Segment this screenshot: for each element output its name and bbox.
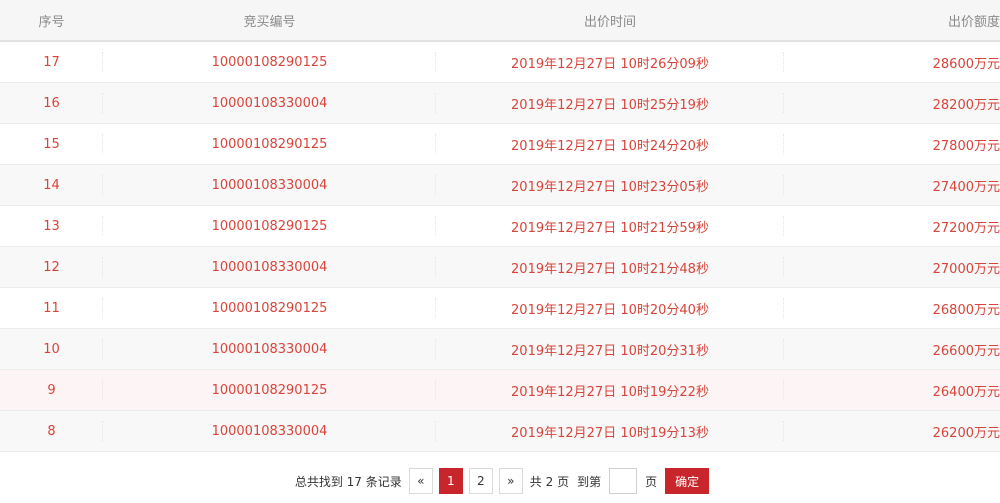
table-row: 17 10000108290125 2019年12月27日 10时26分09秒 … — [0, 41, 1000, 83]
row-bidder-id: 10000108330004 — [103, 164, 436, 206]
total-prefix: 总共找到 — [294, 474, 343, 489]
header-bidder-id: 竞买编号 — [103, 0, 436, 42]
table-row: 16 10000108330004 2019年12月27日 10时25分19秒 … — [0, 82, 1000, 124]
table-row: 14 10000108330004 2019年12月27日 10时23分05秒 … — [0, 164, 1000, 206]
header-bid-time: 出价时间 — [436, 0, 784, 42]
goto-suffix: 页 — [645, 474, 658, 489]
row-no: 11 — [0, 287, 103, 329]
row-bid-amount: 28600万元 — [784, 41, 1000, 83]
pagination: 总共找到 17 条记录 « 1 2 » 共 2 页 到第 页 确定 — [0, 467, 1000, 495]
row-bidder-id: 10000108330004 — [103, 328, 436, 370]
row-no: 15 — [0, 123, 103, 165]
row-bid-time: 2019年12月27日 10时23分05秒 — [436, 164, 784, 206]
next-page-button[interactable]: » — [498, 468, 523, 494]
row-no: 13 — [0, 205, 103, 247]
row-bid-amount: 27400万元 — [784, 164, 1000, 206]
row-bid-time: 2019年12月27日 10时21分48秒 — [436, 246, 784, 288]
bid-record-table: 序号 竞买编号 出价时间 出价额度 17 10000108290125 2019… — [0, 0, 1000, 452]
total-count: 17 — [346, 474, 362, 489]
row-bid-time: 2019年12月27日 10时19分13秒 — [436, 410, 784, 452]
table-row: 10 10000108330004 2019年12月27日 10时20分31秒 … — [0, 328, 1000, 370]
row-bidder-id: 10000108290125 — [103, 287, 436, 329]
row-no: 14 — [0, 164, 103, 206]
row-bid-time: 2019年12月27日 10时25分19秒 — [436, 82, 784, 124]
table-row: 15 10000108290125 2019年12月27日 10时24分20秒 … — [0, 123, 1000, 165]
page-total-suffix: 页 — [557, 474, 570, 489]
row-bid-time: 2019年12月27日 10时20分40秒 — [436, 287, 784, 329]
row-bidder-id: 10000108330004 — [103, 82, 436, 124]
header-bid-amount: 出价额度 — [784, 0, 1000, 42]
table-body: 17 10000108290125 2019年12月27日 10时26分09秒 … — [0, 41, 1000, 452]
total-suffix: 条记录 — [365, 474, 402, 489]
row-bid-time: 2019年12月27日 10时19分22秒 — [436, 369, 784, 411]
table-row: 8 10000108330004 2019年12月27日 10时19分13秒 2… — [0, 410, 1000, 452]
prev-page-button[interactable]: « — [408, 468, 433, 494]
confirm-button[interactable]: 确定 — [665, 468, 710, 494]
row-no: 17 — [0, 41, 103, 83]
page-1-button[interactable]: 1 — [438, 468, 463, 494]
row-bid-amount: 26600万元 — [784, 328, 1000, 370]
row-bid-amount: 26800万元 — [784, 287, 1000, 329]
page-2-button[interactable]: 2 — [468, 468, 493, 494]
row-bid-amount: 27200万元 — [784, 205, 1000, 247]
table-header: 序号 竞买编号 出价时间 出价额度 — [0, 0, 1000, 42]
header-row: 序号 竞买编号 出价时间 出价额度 — [0, 0, 1000, 42]
row-bid-time: 2019年12月27日 10时20分31秒 — [436, 328, 784, 370]
row-bidder-id: 10000108330004 — [103, 410, 436, 452]
header-no: 序号 — [0, 0, 103, 42]
total-records-label: 总共找到 17 条记录 — [295, 473, 402, 490]
row-bid-amount: 28200万元 — [784, 82, 1000, 124]
row-bid-time: 2019年12月27日 10时21分59秒 — [436, 205, 784, 247]
total-pages-label: 共 2 页 — [530, 473, 569, 490]
table-row: 12 10000108330004 2019年12月27日 10时21分48秒 … — [0, 246, 1000, 288]
row-bid-time: 2019年12月27日 10时24分20秒 — [436, 123, 784, 165]
table-row: 9 10000108290125 2019年12月27日 10时19分22秒 2… — [0, 369, 1000, 411]
row-bidder-id: 10000108290125 — [103, 123, 436, 165]
row-bidder-id: 10000108290125 — [103, 41, 436, 83]
row-bid-amount: 27800万元 — [784, 123, 1000, 165]
row-bid-amount: 26200万元 — [784, 410, 1000, 452]
goto-page-input[interactable] — [609, 468, 638, 494]
row-bidder-id: 10000108290125 — [103, 205, 436, 247]
row-no: 10 — [0, 328, 103, 370]
row-no: 16 — [0, 82, 103, 124]
row-no: 9 — [0, 369, 103, 411]
table-row: 13 10000108290125 2019年12月27日 10时21分59秒 … — [0, 205, 1000, 247]
row-bid-time: 2019年12月27日 10时26分09秒 — [436, 41, 784, 83]
row-no: 8 — [0, 410, 103, 452]
row-no: 12 — [0, 246, 103, 288]
bid-record-panel: 序号 竞买编号 出价时间 出价额度 17 10000108290125 2019… — [0, 0, 1000, 503]
row-bid-amount: 26400万元 — [784, 369, 1000, 411]
page-total: 2 — [545, 474, 554, 489]
row-bidder-id: 10000108290125 — [103, 369, 436, 411]
table-row: 11 10000108290125 2019年12月27日 10时20分40秒 … — [0, 287, 1000, 329]
page-total-prefix: 共 — [529, 474, 542, 489]
row-bidder-id: 10000108330004 — [103, 246, 436, 288]
row-bid-amount: 27000万元 — [784, 246, 1000, 288]
goto-label: 到第 — [577, 474, 602, 489]
